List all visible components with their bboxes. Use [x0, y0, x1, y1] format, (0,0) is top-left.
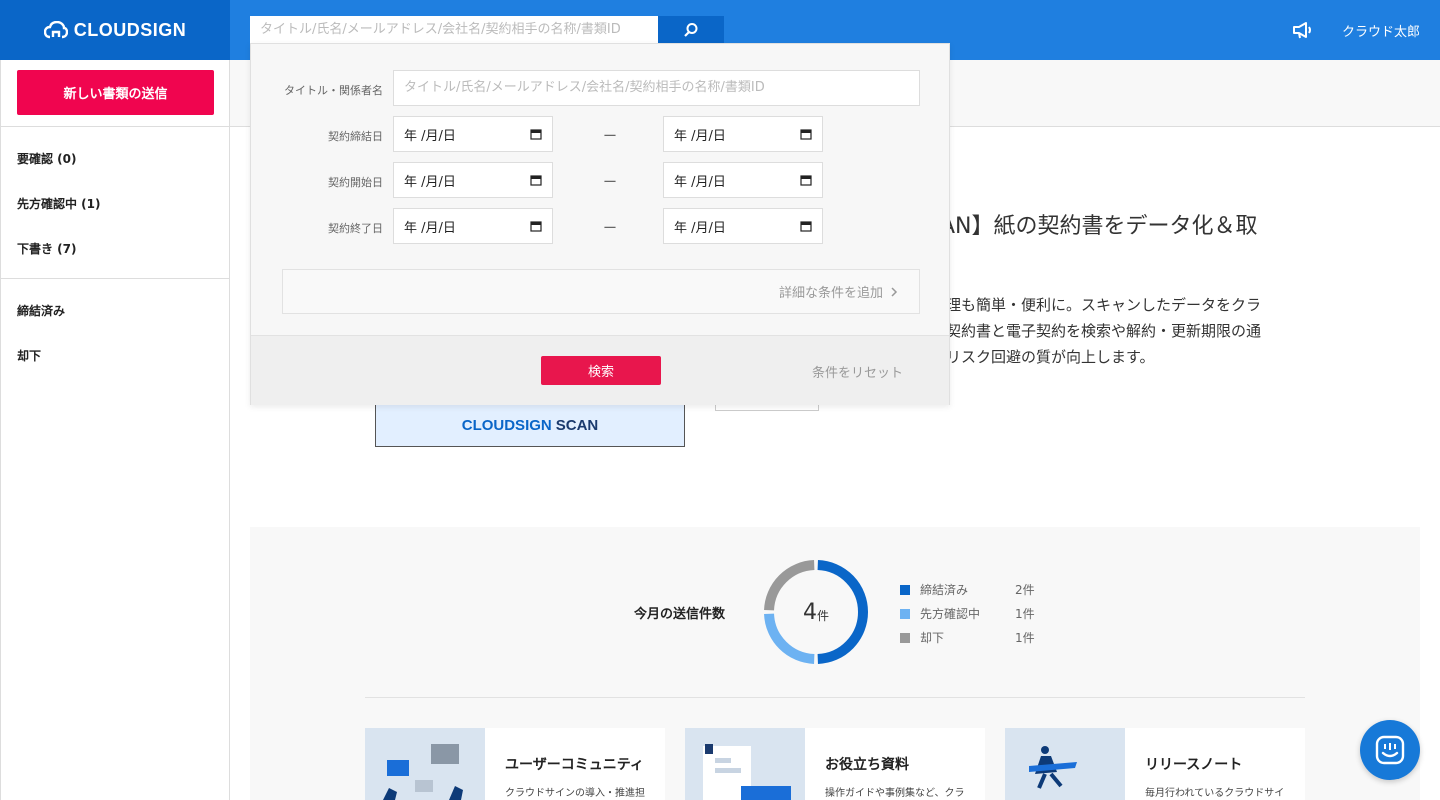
- divider: [365, 697, 1305, 698]
- legend-label: 先方確認中: [920, 607, 981, 621]
- banner-desc-line: 理も簡単・便利に。スキャンしたデータをクラ: [946, 296, 1262, 314]
- divider: [1, 278, 230, 279]
- legend-label: 却下: [920, 631, 945, 645]
- legend-item-concluded: 締結済み 2件: [900, 581, 1035, 598]
- range-separator: ー: [603, 221, 617, 237]
- banner-desc-line: 契約書と電子契約を検索や解約・更新期限の通: [946, 322, 1262, 340]
- title-search-input[interactable]: タイトル/氏名/メールアドレス/会社名/契約相手の名称/書類ID: [393, 70, 920, 106]
- contract-concluded-label: 契約締結日: [328, 130, 383, 143]
- card-text: 操作ガイドや事例集など、クラ: [825, 788, 965, 799]
- date-value: 年 /月/日: [404, 128, 456, 144]
- documents-illustration-icon: [703, 744, 791, 800]
- divider: [1, 126, 230, 127]
- card-useful-materials[interactable]: お役立ち資料 操作ガイドや事例集など、クラ: [685, 728, 985, 800]
- sidebar-item-concluded[interactable]: 締結済み: [17, 302, 65, 319]
- banner-button[interactable]: [715, 405, 819, 411]
- concluded-from-date[interactable]: 年 /月/日: [393, 116, 553, 152]
- donut-center: 4 件: [761, 557, 871, 667]
- calendar-icon: [530, 175, 542, 186]
- cloud-logo-icon: [43, 21, 68, 39]
- logo-text: CLOUDSIGN: [73, 19, 187, 40]
- end-from-date[interactable]: 年 /月/日: [393, 208, 553, 244]
- title-label: タイトル・関係者名: [284, 84, 383, 97]
- contract-end-label: 契約終了日: [328, 222, 383, 235]
- search-submit-button[interactable]: 検索: [541, 356, 661, 385]
- date-value: 年 /月/日: [404, 220, 456, 236]
- card-title: リリースノート: [1145, 757, 1243, 773]
- legend-swatch: [900, 584, 910, 595]
- legend-count: 1件: [1015, 631, 1035, 645]
- community-illustration-icon: [383, 744, 463, 800]
- start-to-date[interactable]: 年 /月/日: [663, 162, 823, 198]
- reset-conditions-link[interactable]: 条件をリセット: [812, 362, 903, 381]
- legend-label: 締結済み: [920, 583, 969, 597]
- legend-swatch: [900, 608, 910, 619]
- chat-support-button[interactable]: [1360, 720, 1420, 780]
- sidebar-item-needs-confirmation[interactable]: 要確認 (0): [17, 150, 77, 167]
- calendar-icon: [800, 175, 812, 186]
- search-icon: [684, 23, 698, 37]
- card-title: お役立ち資料: [825, 757, 909, 773]
- legend-item-awaiting: 先方確認中 1件: [900, 605, 1035, 622]
- calendar-icon: [800, 221, 812, 232]
- banner-image[interactable]: CLOUDSIGN SCAN: [375, 405, 685, 447]
- sidebar-item-rejected[interactable]: 却下: [17, 347, 41, 364]
- new-document-button[interactable]: 新しい書類の送信: [17, 70, 214, 115]
- header-search-input[interactable]: タイトル/氏名/メールアドレス/会社名/契約相手の名称/書類ID: [250, 16, 658, 44]
- start-from-date[interactable]: 年 /月/日: [393, 162, 553, 198]
- total-count: 4: [802, 599, 817, 625]
- date-value: 年 /月/日: [674, 220, 726, 236]
- card-title: ユーザーコミュニティ: [505, 757, 644, 773]
- banner-title: AN】紙の契約書をデータ化＆取: [940, 214, 1258, 239]
- calendar-icon: [800, 129, 812, 140]
- legend-count: 2件: [1015, 583, 1035, 597]
- panel-footer: 検索 条件をリセット: [251, 335, 949, 405]
- add-conditions-button[interactable]: 詳細な条件を追加: [282, 269, 920, 314]
- concluded-to-date[interactable]: 年 /月/日: [663, 116, 823, 152]
- sidebar-item-awaiting-partner[interactable]: 先方確認中 (1): [17, 195, 101, 212]
- legend-count: 1件: [1015, 607, 1035, 621]
- banner-image-scan-text: SCAN: [555, 417, 599, 434]
- card-release-notes[interactable]: リリースノート 毎月行われているクラウドサイ: [1005, 728, 1305, 800]
- calendar-icon: [530, 221, 542, 232]
- count-unit: 件: [816, 608, 829, 623]
- date-value: 年 /月/日: [674, 128, 726, 144]
- range-separator: ー: [603, 175, 617, 191]
- sidebar: 新しい書類の送信 要確認 (0) 先方確認中 (1) 下書き (7) 締結済み …: [0, 60, 230, 800]
- range-separator: ー: [603, 129, 617, 145]
- advanced-search-panel: タイトル・関係者名 タイトル/氏名/メールアドレス/会社名/契約相手の名称/書類…: [250, 43, 950, 405]
- stats-label: 今月の送信件数: [634, 607, 726, 622]
- add-conditions-label: 詳細な条件を追加: [778, 286, 883, 301]
- card-image: [365, 728, 485, 800]
- release-illustration-icon: [1029, 746, 1077, 789]
- card-image: [685, 728, 805, 800]
- card-image: [1005, 728, 1125, 800]
- date-value: 年 /月/日: [674, 174, 726, 190]
- monthly-stats-section: 今月の送信件数 4 件 締結済み 2件 先方確認中 1件 却下 1件 ユーザーコ…: [250, 527, 1420, 800]
- banner-description: 理も簡単・便利に。スキャンしたデータをクラ 契約書と電子契約を検索や解約・更新期…: [946, 292, 1261, 370]
- chevron-right-icon: [891, 286, 898, 297]
- sidebar-item-drafts[interactable]: 下書き (7): [17, 240, 77, 257]
- calendar-icon: [530, 129, 542, 140]
- logo[interactable]: CLOUDSIGN: [0, 0, 230, 60]
- card-user-community[interactable]: ユーザーコミュニティ クラウドサインの導入・推進担: [365, 728, 665, 800]
- megaphone-icon[interactable]: [1292, 20, 1314, 40]
- legend-item-rejected: 却下 1件: [900, 629, 1035, 646]
- chat-icon: [1375, 735, 1405, 765]
- header-search-button[interactable]: [658, 16, 724, 44]
- date-value: 年 /月/日: [404, 174, 456, 190]
- banner-image-text: CLOUDSIGN: [461, 417, 552, 434]
- card-text: 毎月行われているクラウドサイ: [1145, 788, 1285, 799]
- legend-swatch: [900, 632, 910, 643]
- banner-desc-line: リスク回避の質が向上します。: [946, 348, 1155, 366]
- contract-start-label: 契約開始日: [328, 176, 383, 189]
- card-text: クラウドサインの導入・推進担: [505, 788, 645, 799]
- user-menu[interactable]: クラウド太郎: [1342, 21, 1420, 40]
- end-to-date[interactable]: 年 /月/日: [663, 208, 823, 244]
